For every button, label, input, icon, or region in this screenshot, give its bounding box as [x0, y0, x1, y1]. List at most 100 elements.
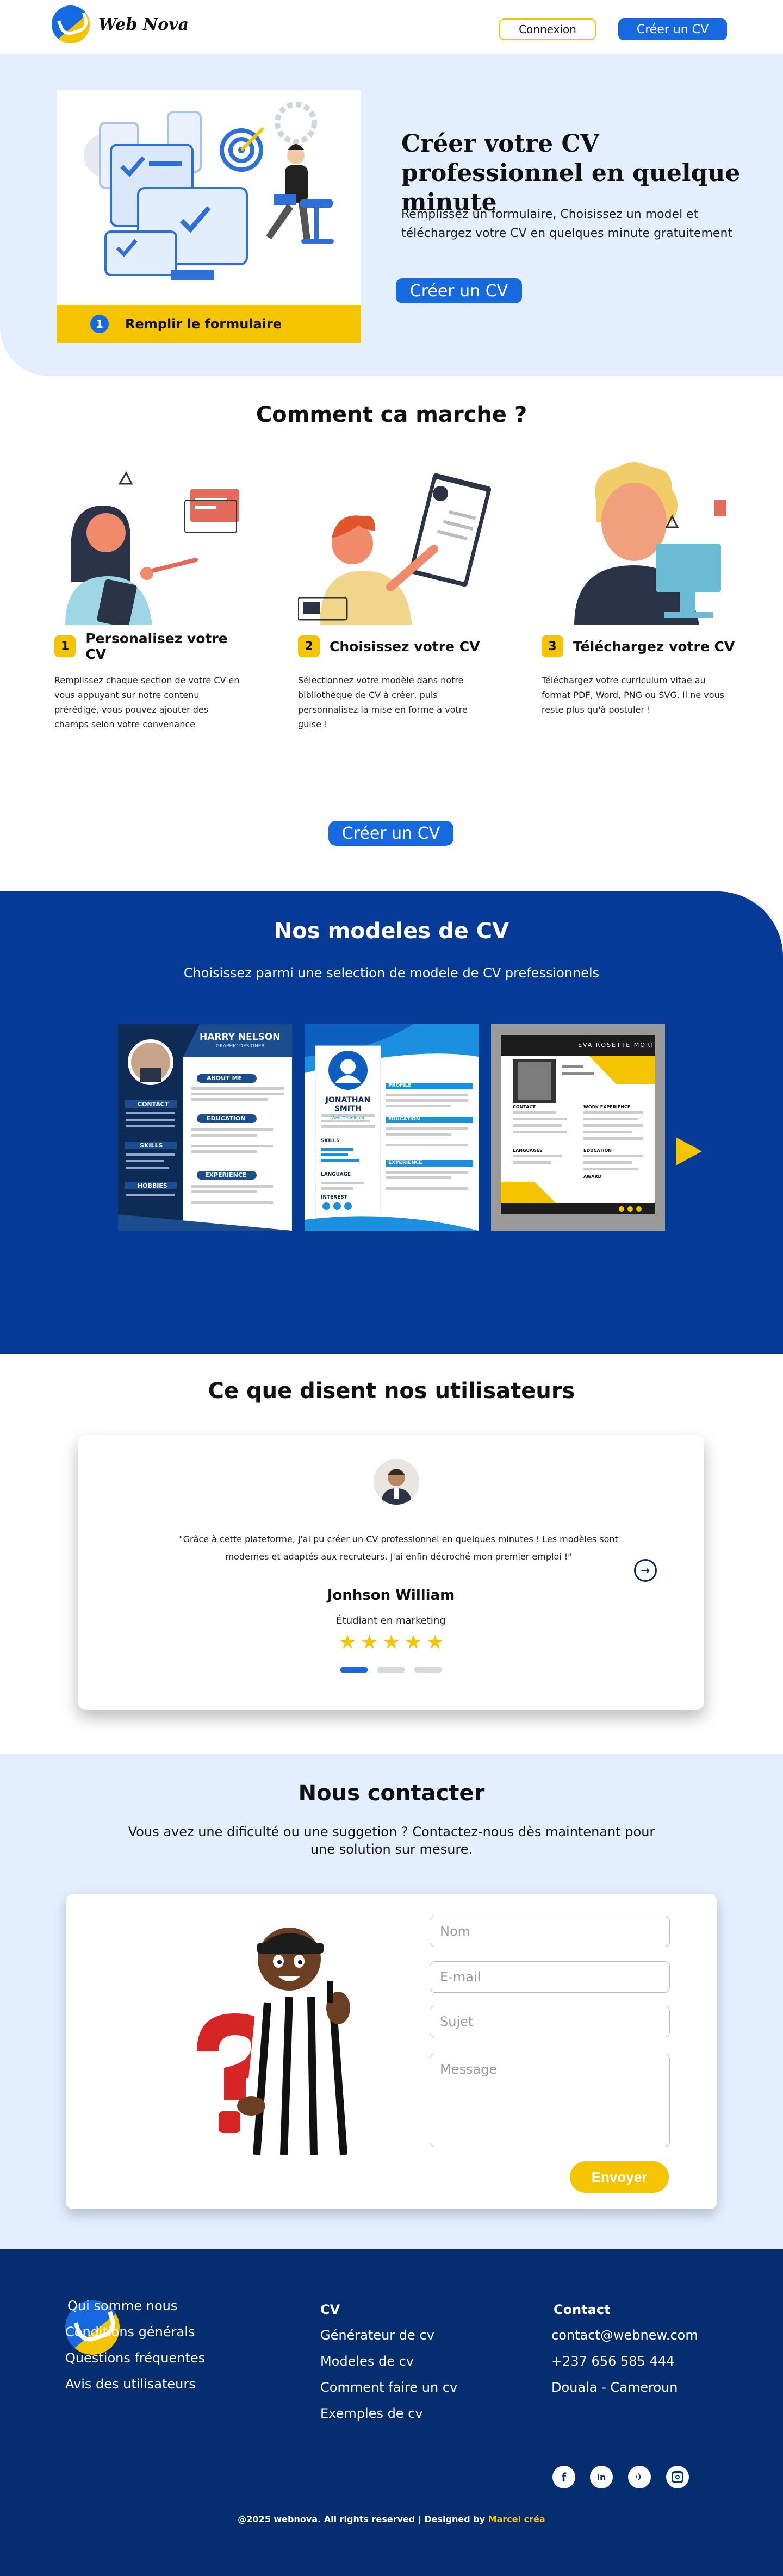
download-illustration	[542, 462, 726, 625]
footer-link-reviews[interactable]: Avis des utilisateurs	[65, 2377, 196, 2392]
step-1-heading: 1 Personalisez votre CV	[54, 631, 250, 662]
carousel-pagination	[340, 1667, 442, 1673]
hero-step-label: Remplir le formulaire	[125, 316, 282, 332]
step-card-download: 3 Téléchargez votre CV Téléchargez votre…	[542, 462, 737, 717]
hero-section: 1 Remplir le formulaire Créer votre CV p…	[0, 54, 783, 376]
testimonial-author: Jonhson William	[327, 1587, 455, 1604]
cv-template-card[interactable]: EVA ROSETTE MORI CONTACT WORK EXPERIENCE…	[491, 1024, 665, 1231]
template-1-section-education: EDUCATION	[207, 1115, 246, 1122]
step-2-heading: 2 Choisissez votre CV	[298, 633, 494, 660]
step-1-text: Remplissez chaque section de votre CV en…	[54, 675, 240, 729]
template-2-section-profile: PROFILE	[388, 1083, 412, 1088]
email-field[interactable]	[430, 1961, 670, 1993]
instagram-icon[interactable]	[666, 2466, 689, 2488]
twitter-icon[interactable]: ✈	[628, 2466, 651, 2488]
step-2-number: 2	[298, 635, 320, 657]
pagination-dot[interactable]	[377, 1667, 405, 1673]
step-2-title: Choisissez votre CV	[330, 638, 480, 654]
cv-template-card[interactable]: HARRY NELSON GRAPHIC DESIGNER ABOUT ME E…	[118, 1024, 292, 1231]
login-button[interactable]: Connexion	[499, 18, 596, 40]
hero-illustration-card: 1 Remplir le formulaire	[57, 90, 361, 343]
hero-subtitle: Remplissez un formulaire, Choisissez un …	[401, 208, 733, 240]
name-field[interactable]	[430, 1916, 670, 1947]
template-1-section-hobbies: HOBBIES	[138, 1182, 167, 1189]
top-navigation: Web Nova Connexion Créer un CV	[0, 0, 783, 54]
template-2-section-interest: INTEREST	[321, 1195, 347, 1200]
template-3-section-award: AWARD	[583, 1174, 602, 1179]
hero-step-banner: 1 Remplir le formulaire	[57, 305, 361, 343]
instagram-lens	[675, 2475, 680, 2479]
contact-form-card: Envoyer	[66, 1894, 717, 2209]
testimonial-author-role: Étudiant en marketing	[336, 1615, 446, 1626]
star-icon: ★	[339, 1631, 357, 1654]
footer-phone: +237 656 585 444	[551, 2354, 675, 2369]
step-1-title: Personalisez votre CV	[85, 631, 228, 662]
testimonial-next-arrow-icon[interactable]: →	[634, 1559, 657, 1582]
template-1-section-experience: EXPERIENCE	[205, 1171, 247, 1178]
testimonial-card: "Grâce à cette plateforme, j'ai pu créer…	[78, 1435, 704, 1710]
copyright-author-link[interactable]: Marcel créa	[488, 2514, 545, 2524]
step-3-number: 3	[542, 635, 563, 657]
star-icon: ★	[404, 1631, 422, 1654]
step-2-text: Sélectionnez votre modèle dans notre bib…	[298, 675, 468, 729]
footer-link-generator[interactable]: Générateur de cv	[320, 2328, 434, 2343]
template-1-section-contact: CONTACT	[138, 1101, 169, 1108]
footer-link-faq[interactable]: Questions fréquentes	[65, 2350, 205, 2366]
footer-address: Douala - Cameroun	[551, 2380, 678, 2395]
hero-title: Créer votre CV professionnel en quelque …	[401, 130, 741, 216]
how-it-works-title: Comment ca marche ?	[256, 402, 527, 427]
template-2-name: JONATHAN SMITH	[325, 1096, 371, 1113]
template-2-section-skills: SKILLS	[321, 1138, 340, 1144]
models-section: Nos modeles de CV Choisissez parmi une s…	[0, 891, 783, 1354]
rating-stars: ★ ★ ★ ★ ★	[339, 1632, 444, 1654]
models-title: Nos modeles de CV	[274, 919, 509, 944]
step-3-text: Téléchargez votre curriculum vitae au fo…	[542, 675, 724, 715]
copyright-text: @2025 webnova. All rights reserved | Des…	[238, 2514, 488, 2524]
footer-link-models[interactable]: Modeles de cv	[320, 2354, 414, 2369]
star-icon: ★	[382, 1631, 400, 1654]
create-cv-how-button[interactable]: Créer un CV	[328, 821, 453, 846]
copyright: @2025 webnova. All rights reserved | Des…	[0, 2514, 783, 2524]
models-subtitle: Choisissez parmi une selection de modele…	[183, 965, 600, 981]
cv-template-card[interactable]: JONATHAN SMITH Web Developer PROFILE EDU…	[304, 1024, 478, 1231]
template-2-section-education: EDUCATION	[388, 1117, 420, 1122]
step-card-personalize: 1 Personalisez votre CV Remplissez chaqu…	[54, 462, 250, 732]
webnova-logo-icon	[52, 5, 90, 43]
pagination-dot-active[interactable]	[340, 1667, 368, 1673]
brand-logo[interactable]: Web Nova	[52, 5, 189, 43]
message-field[interactable]	[430, 2054, 670, 2147]
footer-link-howto[interactable]: Comment faire un cv	[320, 2380, 457, 2395]
avatar	[374, 1459, 419, 1505]
linkedin-icon[interactable]: in	[590, 2466, 613, 2488]
star-icon: ★	[426, 1631, 444, 1654]
template-1-section-skills: SKILLS	[140, 1142, 163, 1149]
footer-contact-heading: Contact	[554, 2302, 611, 2317]
choose-illustration	[298, 462, 494, 625]
template-3-section-languages: LANGUAGES	[513, 1148, 543, 1153]
create-cv-header-button[interactable]: Créer un CV	[618, 18, 727, 40]
star-icon: ★	[361, 1631, 378, 1654]
brand-name: Web Nova	[98, 15, 189, 34]
template-3-section-work: WORK EXPERIENCE	[583, 1105, 631, 1109]
create-cv-hero-button[interactable]: Créer un CV	[396, 278, 522, 303]
testimonials-title: Ce que disent nos utilisateurs	[208, 1379, 575, 1404]
template-2-section-language: LANGUAGE	[321, 1172, 351, 1177]
footer-cv-heading: CV	[320, 2302, 340, 2317]
footer-link-terms[interactable]: Conditions générals	[65, 2324, 195, 2340]
contact-title: Nous contacter	[298, 1781, 485, 1806]
template-2-role: Web Developer	[331, 1115, 365, 1120]
pagination-dot[interactable]	[414, 1667, 442, 1673]
form-filling-illustration	[84, 102, 334, 280]
send-button[interactable]: Envoyer	[570, 2161, 669, 2193]
contact-section: Nous contacter Vous avez une dificulté o…	[0, 1754, 783, 2249]
contact-subtitle: Vous avez une dificulté ou une suggetion…	[128, 1824, 655, 1857]
carousel-next-arrow-icon[interactable]	[676, 1137, 702, 1165]
subject-field[interactable]	[430, 2006, 670, 2037]
footer-email[interactable]: contact@webnew.com	[551, 2328, 698, 2343]
template-3-section-education: EDUCATION	[583, 1148, 612, 1153]
template-3-section-contact: CONTACT	[513, 1105, 536, 1109]
footer-link-about[interactable]: Qui somme nous	[67, 2298, 177, 2313]
facebook-icon[interactable]: f	[552, 2466, 575, 2488]
testimonial-quote: "Grâce à cette plateforme, j'ai pu créer…	[179, 1534, 618, 1562]
footer-link-examples[interactable]: Exemples de cv	[320, 2406, 423, 2421]
